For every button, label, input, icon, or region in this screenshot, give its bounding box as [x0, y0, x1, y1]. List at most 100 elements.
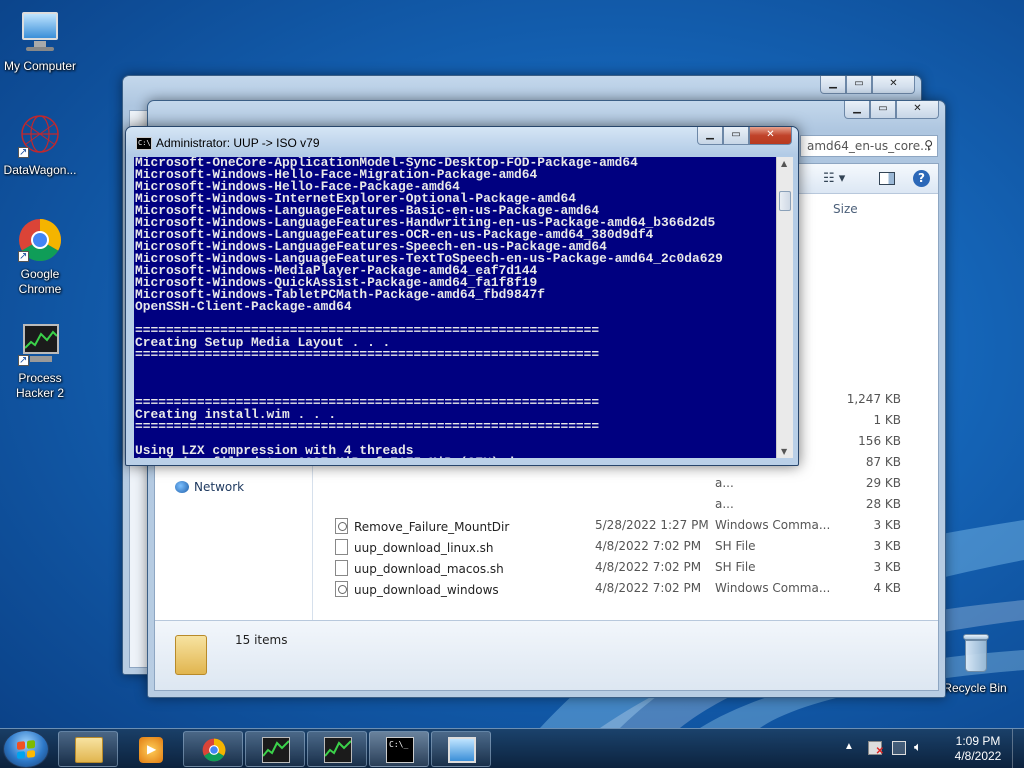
recycle-bin-icon	[951, 630, 999, 678]
file-name-text: uup_download_linux.sh	[354, 541, 494, 555]
clock[interactable]: 1:09 PM 4/8/2022	[946, 734, 1010, 764]
file-row[interactable]: uup_download_windows 4/8/2022 7:02 PM Wind…	[325, 578, 915, 599]
desktop-icon-google-chrome[interactable]: Google Chrome	[0, 216, 80, 297]
maximize-button[interactable]: ▭	[870, 101, 896, 119]
desktop-icon-label: My Computer	[3, 59, 77, 73]
file-icon	[335, 539, 348, 555]
minimize-button[interactable]: ▁	[820, 76, 846, 94]
maximize-button[interactable]: ▭	[723, 127, 749, 145]
network-tray-icon[interactable]	[892, 741, 906, 755]
file-row[interactable]: uup_download_macos.sh 4/8/2022 7:02 PM SH …	[325, 557, 915, 578]
taskbar-console-button[interactable]: C:\_	[369, 731, 429, 767]
nav-network-label: Network	[194, 480, 245, 494]
taskbar-process-hacker-button[interactable]	[245, 731, 305, 767]
file-name-text: uup_download_windows	[354, 583, 499, 597]
file-type: Windows Comma...	[715, 518, 831, 532]
start-button[interactable]	[3, 730, 49, 768]
file-date: 4/8/2022 7:02 PM	[595, 539, 702, 553]
file-name: uup_download_macos.sh	[335, 560, 504, 576]
console-line: Archiving file data: 6997 MiB of 7175 Mi…	[135, 456, 776, 458]
chrome-icon	[200, 737, 228, 763]
window-controls: ▁ ▭ ✕	[697, 127, 792, 145]
desktop-icon-label: Recycle Bin	[943, 681, 1007, 695]
desktop-icon-label: Process Hacker 2	[15, 371, 65, 400]
file-size: 3 KB	[873, 539, 901, 553]
console-line: ========================================…	[135, 347, 600, 362]
maximize-button[interactable]: ▭	[846, 76, 872, 94]
help-icon[interactable]: ?	[913, 170, 930, 187]
action-center-icon[interactable]: ✕	[868, 741, 884, 757]
desktop-icon-recycle-bin[interactable]: Recycle Bin	[935, 630, 1015, 696]
scroll-down-icon[interactable]: ▼	[781, 447, 787, 456]
scrollbar-thumb[interactable]	[779, 191, 791, 211]
desktop-icon-label: Google Chrome	[18, 267, 62, 296]
file-row[interactable]: a... 29 KB	[325, 473, 915, 494]
clock-date: 4/8/2022	[954, 749, 1002, 763]
file-name: uup_download_linux.sh	[335, 539, 494, 555]
desktop-icon-process-hacker[interactable]: Process Hacker 2	[0, 320, 80, 401]
file-date: 4/8/2022 7:02 PM	[595, 560, 702, 574]
taskbar-media-player-button[interactable]: ▶	[120, 731, 180, 767]
file-row[interactable]: a... 28 KB	[325, 494, 915, 515]
taskbar: ▶ C:\_ ▲ ✕ 🔈︎ 1:09 PM 4/8/2022	[0, 728, 1024, 768]
nav-item-network[interactable]: Network	[175, 480, 244, 494]
taskbar-chrome-button[interactable]	[183, 731, 243, 767]
column-header-size[interactable]: Size	[833, 202, 858, 216]
chrome-icon	[16, 216, 64, 264]
close-button[interactable]: ✕	[896, 101, 939, 119]
file-size: 156 KB	[858, 434, 901, 448]
console-output[interactable]: Microsoft-OneCore-ApplicationModel-Sync-…	[134, 157, 776, 458]
file-type: SH File	[715, 539, 756, 553]
window-controls: ▁ ▭ ✕	[844, 101, 939, 119]
show-hidden-icons-icon[interactable]: ▲	[844, 741, 854, 752]
show-desktop-button[interactable]	[1012, 729, 1024, 768]
volume-icon[interactable]: 🔈︎	[914, 739, 922, 755]
network-globe-icon	[16, 112, 64, 160]
console-line: OpenSSH-Client-Package-amd64	[135, 299, 352, 314]
minimize-button[interactable]: ▁	[844, 101, 870, 119]
taskbar-remote-desktop-button[interactable]	[431, 731, 491, 767]
computer-icon	[16, 8, 64, 56]
windows-logo-icon	[17, 740, 35, 759]
window-controls: ▁ ▭ ✕	[820, 76, 915, 94]
system-tray: ▲ ✕ 🔈︎ 1:09 PM 4/8/2022	[844, 729, 1024, 768]
console-line: ========================================…	[135, 419, 600, 434]
view-options-icon[interactable]: ☷ ▾	[823, 171, 845, 186]
desktop-icon-datawagon[interactable]: DataWagon...	[0, 112, 80, 178]
file-row[interactable]: Remove_Failure_MountDir 5/28/2022 1:27 PM…	[325, 515, 915, 536]
console-scrollbar[interactable]: ▲ ▼	[776, 157, 793, 458]
console-icon: C:\	[136, 137, 152, 150]
file-type: a...	[715, 476, 734, 490]
file-size: 87 KB	[865, 455, 901, 469]
folder-icon	[175, 635, 207, 675]
search-box[interactable]: amd64_en-us_core... ⚲	[800, 135, 938, 157]
scroll-up-icon[interactable]: ▲	[781, 159, 787, 168]
taskbar-explorer-button[interactable]	[58, 731, 118, 767]
media-player-icon: ▶	[139, 737, 163, 763]
folder-icon	[75, 737, 103, 763]
process-hacker-icon	[262, 737, 290, 763]
address-text: amd64_en-us_core...	[807, 139, 932, 153]
file-size: 4 KB	[873, 581, 901, 595]
file-type: a...	[715, 497, 734, 511]
network-icon	[175, 481, 189, 493]
console-icon: C:\_	[386, 737, 414, 763]
minimize-button[interactable]: ▁	[697, 127, 723, 145]
file-icon	[335, 581, 348, 597]
file-name: Remove_Failure_MountDir	[335, 518, 509, 534]
process-hacker-icon	[16, 320, 64, 368]
close-button[interactable]: ✕	[749, 127, 792, 145]
desktop-icon-label: DataWagon...	[3, 163, 77, 177]
file-row[interactable]: uup_download_linux.sh 4/8/2022 7:02 PM SH …	[325, 536, 915, 557]
file-size: 29 KB	[865, 476, 901, 490]
taskbar-process-hacker-2-button[interactable]	[307, 731, 367, 767]
console-window[interactable]: C:\ Administrator: UUP -> ISO v79 ▁ ▭ ✕ …	[125, 126, 799, 466]
details-pane: 15 items	[155, 620, 938, 690]
desktop-icon-my-computer[interactable]: My Computer	[0, 8, 80, 74]
search-icon: ⚲	[924, 138, 933, 152]
shortcut-arrow-icon	[18, 249, 29, 264]
file-size: 3 KB	[873, 560, 901, 574]
close-button[interactable]: ✕	[872, 76, 915, 94]
preview-pane-icon[interactable]	[879, 172, 895, 185]
